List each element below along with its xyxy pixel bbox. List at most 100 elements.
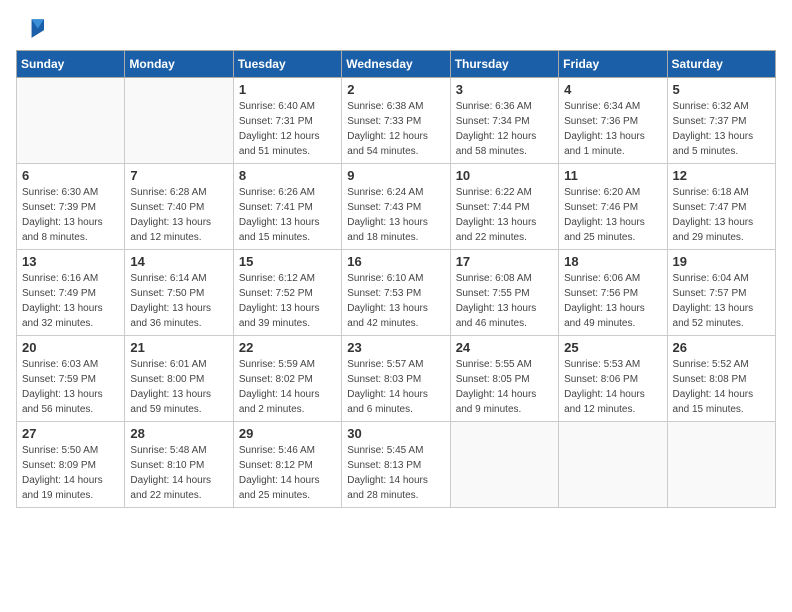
- day-info: Sunrise: 6:34 AMSunset: 7:36 PMDaylight:…: [564, 99, 661, 159]
- day-info: Sunrise: 6:04 AMSunset: 7:57 PMDaylight:…: [673, 271, 770, 331]
- calendar-cell: 27Sunrise: 5:50 AMSunset: 8:09 PMDayligh…: [17, 422, 125, 508]
- calendar-weekday-header: Wednesday: [342, 51, 450, 78]
- day-info: Sunrise: 6:30 AMSunset: 7:39 PMDaylight:…: [22, 185, 119, 245]
- day-info: Sunrise: 6:18 AMSunset: 7:47 PMDaylight:…: [673, 185, 770, 245]
- day-info: Sunrise: 6:12 AMSunset: 7:52 PMDaylight:…: [239, 271, 336, 331]
- calendar-cell: 21 Sunrise: 6:01 AMSunset: 8:00 PMDayligh…: [125, 336, 233, 422]
- calendar-cell: 25 Sunrise: 5:53 AMSunset: 8:06 PMDayligh…: [559, 336, 667, 422]
- day-info: Sunrise: 6:40 AMSunset: 7:31 PMDaylight:…: [239, 99, 336, 159]
- day-number: 5: [673, 82, 770, 97]
- calendar-cell: 2Sunrise: 6:38 AMSunset: 7:33 PMDaylight…: [342, 78, 450, 164]
- calendar-cell: 18Sunrise: 6:06 AMSunset: 7:56 PMDayligh…: [559, 250, 667, 336]
- day-number: 21: [130, 340, 227, 355]
- day-number: 24: [456, 340, 553, 355]
- day-number: 13: [22, 254, 119, 269]
- calendar-cell: [17, 78, 125, 164]
- calendar-cell: 30 Sunrise: 5:45 AMSunset: 8:13 PMDayligh…: [342, 422, 450, 508]
- day-number: 9: [347, 168, 444, 183]
- calendar-week-row: 20 Sunrise: 6:03 AMSunset: 7:59 PMDayligh…: [17, 336, 776, 422]
- calendar-weekday-header: Monday: [125, 51, 233, 78]
- day-info: Sunrise: 5:45 AMSunset: 8:13 PMDaylight:…: [347, 443, 444, 503]
- day-number: 26: [673, 340, 770, 355]
- calendar-weekday-header: Friday: [559, 51, 667, 78]
- day-info: Sunrise: 5:57 AMSunset: 8:03 PMDaylight:…: [347, 357, 444, 417]
- day-number: 23: [347, 340, 444, 355]
- day-info: Sunrise: 5:55 AMSunset: 8:05 PMDaylight:…: [456, 357, 553, 417]
- calendar-cell: 9 Sunrise: 6:24 AMSunset: 7:43 PMDaylight…: [342, 164, 450, 250]
- calendar-cell: 5Sunrise: 6:32 AMSunset: 7:37 PMDaylight…: [667, 78, 775, 164]
- calendar-cell: 22 Sunrise: 5:59 AMSunset: 8:02 PMDayligh…: [233, 336, 341, 422]
- calendar-cell: 28 Sunrise: 5:48 AMSunset: 8:10 PMDayligh…: [125, 422, 233, 508]
- calendar-weekday-header: Thursday: [450, 51, 558, 78]
- day-info: Sunrise: 6:28 AMSunset: 7:40 PMDaylight:…: [130, 185, 227, 245]
- logo: [16, 16, 48, 38]
- calendar-cell: 10Sunrise: 6:22 AMSunset: 7:44 PMDayligh…: [450, 164, 558, 250]
- day-info: Sunrise: 5:53 AMSunset: 8:06 PMDaylight:…: [564, 357, 661, 417]
- day-info: Sunrise: 6:26 AMSunset: 7:41 PMDaylight:…: [239, 185, 336, 245]
- calendar-cell: 1 Sunrise: 6:40 AMSunset: 7:31 PMDaylight…: [233, 78, 341, 164]
- calendar-cell: 20 Sunrise: 6:03 AMSunset: 7:59 PMDayligh…: [17, 336, 125, 422]
- day-number: 22: [239, 340, 336, 355]
- day-info: Sunrise: 6:36 AMSunset: 7:34 PMDaylight:…: [456, 99, 553, 159]
- day-number: 15: [239, 254, 336, 269]
- calendar-cell: 3Sunrise: 6:36 AMSunset: 7:34 PMDaylight…: [450, 78, 558, 164]
- calendar-cell: 12 Sunrise: 6:18 AMSunset: 7:47 PMDayligh…: [667, 164, 775, 250]
- calendar-cell: 17 Sunrise: 6:08 AMSunset: 7:55 PMDayligh…: [450, 250, 558, 336]
- calendar: SundayMondayTuesdayWednesdayThursdayFrid…: [16, 50, 776, 508]
- calendar-cell: [450, 422, 558, 508]
- calendar-header-row: SundayMondayTuesdayWednesdayThursdayFrid…: [17, 51, 776, 78]
- day-number: 7: [130, 168, 227, 183]
- day-info: Sunrise: 6:01 AMSunset: 8:00 PMDaylight:…: [130, 357, 227, 417]
- calendar-cell: 19 Sunrise: 6:04 AMSunset: 7:57 PMDayligh…: [667, 250, 775, 336]
- day-number: 1: [239, 82, 336, 97]
- day-info: Sunrise: 6:10 AMSunset: 7:53 PMDaylight:…: [347, 271, 444, 331]
- day-number: 17: [456, 254, 553, 269]
- day-number: 20: [22, 340, 119, 355]
- calendar-cell: 15 Sunrise: 6:12 AMSunset: 7:52 PMDayligh…: [233, 250, 341, 336]
- calendar-cell: 16 Sunrise: 6:10 AMSunset: 7:53 PMDayligh…: [342, 250, 450, 336]
- page-header: [16, 16, 776, 38]
- day-number: 29: [239, 426, 336, 441]
- day-info: Sunrise: 6:24 AMSunset: 7:43 PMDaylight:…: [347, 185, 444, 245]
- calendar-cell: 8Sunrise: 6:26 AMSunset: 7:41 PMDaylight…: [233, 164, 341, 250]
- calendar-week-row: 1 Sunrise: 6:40 AMSunset: 7:31 PMDaylight…: [17, 78, 776, 164]
- calendar-cell: 26 Sunrise: 5:52 AMSunset: 8:08 PMDayligh…: [667, 336, 775, 422]
- day-number: 30: [347, 426, 444, 441]
- day-info: Sunrise: 6:20 AMSunset: 7:46 PMDaylight:…: [564, 185, 661, 245]
- day-number: 28: [130, 426, 227, 441]
- calendar-cell: 13 Sunrise: 6:16 AMSunset: 7:49 PMDayligh…: [17, 250, 125, 336]
- day-number: 12: [673, 168, 770, 183]
- calendar-weekday-header: Saturday: [667, 51, 775, 78]
- calendar-cell: 6 Sunrise: 6:30 AMSunset: 7:39 PMDaylight…: [17, 164, 125, 250]
- calendar-cell: 14 Sunrise: 6:14 AMSunset: 7:50 PMDayligh…: [125, 250, 233, 336]
- calendar-week-row: 6 Sunrise: 6:30 AMSunset: 7:39 PMDaylight…: [17, 164, 776, 250]
- day-info: Sunrise: 5:48 AMSunset: 8:10 PMDaylight:…: [130, 443, 227, 503]
- day-number: 16: [347, 254, 444, 269]
- day-info: Sunrise: 6:16 AMSunset: 7:49 PMDaylight:…: [22, 271, 119, 331]
- day-info: Sunrise: 5:52 AMSunset: 8:08 PMDaylight:…: [673, 357, 770, 417]
- calendar-cell: 24 Sunrise: 5:55 AMSunset: 8:05 PMDayligh…: [450, 336, 558, 422]
- day-number: 25: [564, 340, 661, 355]
- calendar-cell: 11 Sunrise: 6:20 AMSunset: 7:46 PMDayligh…: [559, 164, 667, 250]
- day-number: 4: [564, 82, 661, 97]
- calendar-weekday-header: Sunday: [17, 51, 125, 78]
- day-number: 2: [347, 82, 444, 97]
- day-info: Sunrise: 6:06 AMSunset: 7:56 PMDaylight:…: [564, 271, 661, 331]
- calendar-cell: [125, 78, 233, 164]
- calendar-cell: [559, 422, 667, 508]
- day-number: 6: [22, 168, 119, 183]
- day-info: Sunrise: 6:08 AMSunset: 7:55 PMDaylight:…: [456, 271, 553, 331]
- calendar-cell: 23 Sunrise: 5:57 AMSunset: 8:03 PMDayligh…: [342, 336, 450, 422]
- day-number: 11: [564, 168, 661, 183]
- day-info: Sunrise: 6:22 AMSunset: 7:44 PMDaylight:…: [456, 185, 553, 245]
- day-number: 19: [673, 254, 770, 269]
- day-number: 27: [22, 426, 119, 441]
- day-number: 14: [130, 254, 227, 269]
- calendar-cell: 4 Sunrise: 6:34 AMSunset: 7:36 PMDaylight…: [559, 78, 667, 164]
- day-info: Sunrise: 6:03 AMSunset: 7:59 PMDaylight:…: [22, 357, 119, 417]
- day-info: Sunrise: 6:14 AMSunset: 7:50 PMDaylight:…: [130, 271, 227, 331]
- calendar-cell: 29Sunrise: 5:46 AMSunset: 8:12 PMDayligh…: [233, 422, 341, 508]
- calendar-weekday-header: Tuesday: [233, 51, 341, 78]
- day-info: Sunrise: 5:59 AMSunset: 8:02 PMDaylight:…: [239, 357, 336, 417]
- calendar-cell: [667, 422, 775, 508]
